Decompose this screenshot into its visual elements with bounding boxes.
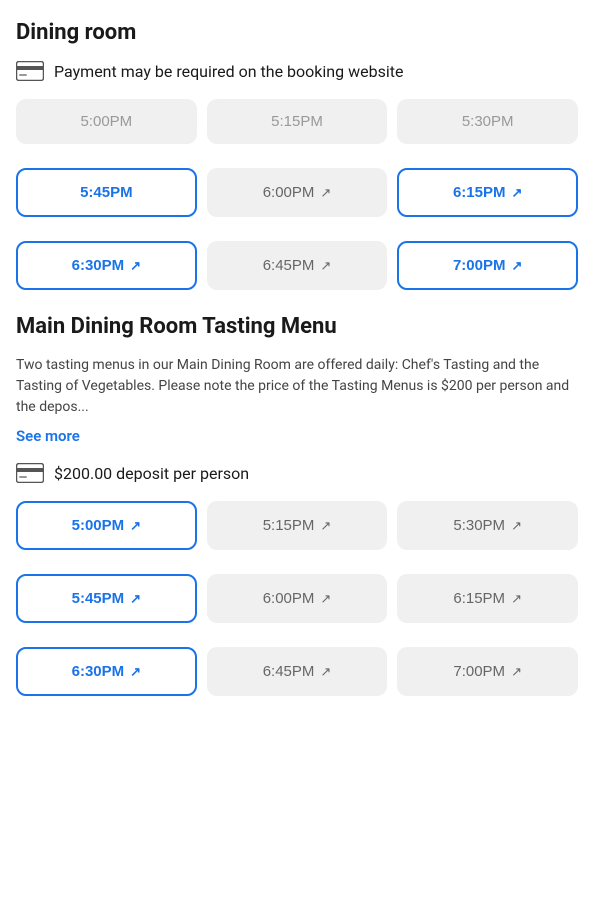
external-link-icon: ↗ bbox=[320, 591, 331, 607]
time-slot-600pm-gray[interactable]: 6:00PM ↗ bbox=[207, 168, 388, 217]
dining-room-payment-notice: Payment may be required on the booking w… bbox=[16, 61, 578, 81]
deposit-credit-card-icon bbox=[16, 463, 44, 483]
external-link-icon: ↗ bbox=[320, 258, 331, 274]
tasting-time-slot-700pm-gray[interactable]: 7:00PM ↗ bbox=[397, 647, 578, 696]
tasting-time-slot-615pm-gray[interactable]: 6:15PM ↗ bbox=[397, 574, 578, 623]
tasting-time-slot-545pm-blue[interactable]: 5:45PM ↗ bbox=[16, 574, 197, 623]
external-link-icon: ↗ bbox=[130, 518, 141, 534]
external-link-icon: ↗ bbox=[511, 258, 522, 274]
dining-room-time-grid-row3: 6:30PM ↗ 6:45PM ↗ 7:00PM ↗ bbox=[16, 241, 578, 290]
external-link-icon: ↗ bbox=[130, 591, 141, 607]
time-slot-700pm-blue[interactable]: 7:00PM ↗ bbox=[397, 241, 578, 290]
time-slot-615pm-blue[interactable]: 6:15PM ↗ bbox=[397, 168, 578, 217]
dining-room-time-grid-row1: 5:00PM 5:15PM 5:30PM bbox=[16, 99, 578, 144]
deposit-text: $200.00 deposit per person bbox=[54, 464, 249, 483]
external-link-icon: ↗ bbox=[320, 185, 331, 201]
tasting-menu-title: Main Dining Room Tasting Menu bbox=[16, 314, 578, 339]
external-link-icon: ↗ bbox=[511, 591, 522, 607]
external-link-icon: ↗ bbox=[511, 664, 522, 680]
external-link-icon: ↗ bbox=[511, 518, 522, 534]
external-link-icon: ↗ bbox=[320, 664, 331, 680]
tasting-time-grid-row1: 5:00PM ↗ 5:15PM ↗ 5:30PM ↗ bbox=[16, 501, 578, 550]
tasting-time-slot-530pm-gray[interactable]: 5:30PM ↗ bbox=[397, 501, 578, 550]
time-slot-630pm-blue[interactable]: 6:30PM ↗ bbox=[16, 241, 197, 290]
external-link-icon: ↗ bbox=[511, 185, 522, 201]
time-slot-545pm-blue[interactable]: 5:45PM bbox=[16, 168, 197, 217]
time-slot-500pm-unavailable: 5:00PM bbox=[16, 99, 197, 144]
tasting-menu-description: Two tasting menus in our Main Dining Roo… bbox=[16, 355, 578, 418]
time-slot-530pm-unavailable: 5:30PM bbox=[397, 99, 578, 144]
tasting-time-slot-630pm-blue[interactable]: 6:30PM ↗ bbox=[16, 647, 197, 696]
tasting-time-slot-500pm-blue[interactable]: 5:00PM ↗ bbox=[16, 501, 197, 550]
tasting-menu-section: Main Dining Room Tasting Menu Two tastin… bbox=[16, 314, 578, 483]
external-link-icon: ↗ bbox=[320, 518, 331, 534]
payment-notice-text: Payment may be required on the booking w… bbox=[54, 62, 403, 81]
tasting-time-slot-600pm-gray[interactable]: 6:00PM ↗ bbox=[207, 574, 388, 623]
time-slot-515pm-unavailable: 5:15PM bbox=[207, 99, 388, 144]
time-slot-645pm-gray[interactable]: 6:45PM ↗ bbox=[207, 241, 388, 290]
tasting-time-grid-row3: 6:30PM ↗ 6:45PM ↗ 7:00PM ↗ bbox=[16, 647, 578, 696]
tasting-time-slot-645pm-gray[interactable]: 6:45PM ↗ bbox=[207, 647, 388, 696]
see-more-link[interactable]: See more bbox=[16, 427, 80, 445]
dining-room-time-grid-row2: 5:45PM 6:00PM ↗ 6:15PM ↗ bbox=[16, 168, 578, 217]
tasting-time-grid-row2: 5:45PM ↗ 6:00PM ↗ 6:15PM ↗ bbox=[16, 574, 578, 623]
external-link-icon: ↗ bbox=[130, 258, 141, 274]
tasting-time-slot-515pm-gray[interactable]: 5:15PM ↗ bbox=[207, 501, 388, 550]
external-link-icon: ↗ bbox=[130, 664, 141, 680]
deposit-notice: $200.00 deposit per person bbox=[16, 463, 578, 483]
credit-card-icon bbox=[16, 61, 44, 81]
dining-room-title: Dining room bbox=[16, 20, 578, 45]
